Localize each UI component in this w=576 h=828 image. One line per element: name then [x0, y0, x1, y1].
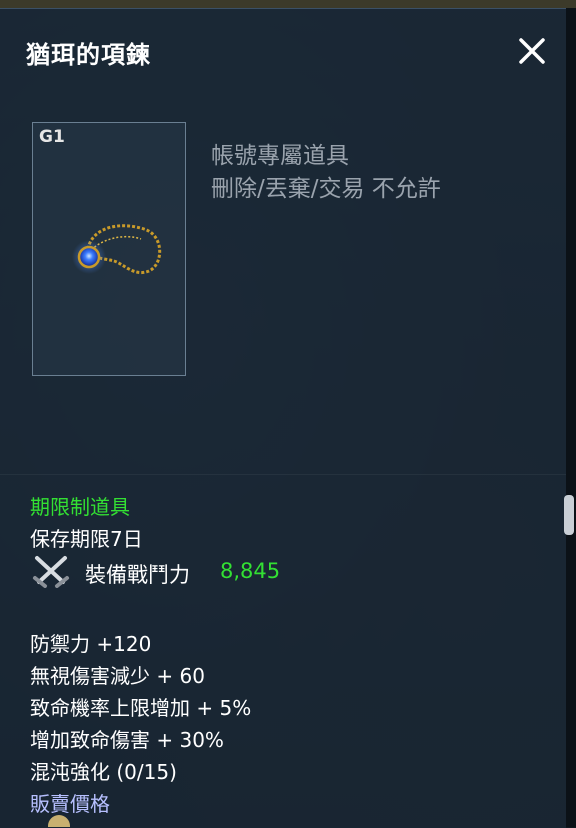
stat-line: 混沌強化 (0/15): [30, 760, 177, 784]
sell-price-label: 販賣價格: [30, 792, 110, 816]
limited-item-label: 期限制道具: [30, 495, 130, 519]
scrollbar-thumb[interactable]: [564, 495, 574, 535]
item-icon-frame: G1: [32, 122, 186, 376]
crossed-swords-icon: [33, 556, 69, 588]
stat-line: 無視傷害減少 + 60: [30, 664, 205, 688]
item-title: 猶珥的項鍊: [26, 41, 151, 69]
combat-power-value: 8,845: [220, 559, 281, 583]
item-grade: G1: [39, 127, 65, 147]
storage-period-label: 保存期限7日: [30, 527, 143, 551]
stat-line: 防禦力 +120: [30, 632, 152, 656]
account-bound-text: 帳號專屬道具: [211, 143, 349, 169]
combat-power-label: 裝備戰鬥力: [85, 563, 190, 587]
top-strip: [0, 0, 576, 8]
close-icon[interactable]: [514, 33, 550, 69]
stat-line: 致命機率上限增加 + 5%: [30, 696, 252, 720]
trade-restriction-text: 刪除/丟棄/交易 不允許: [211, 176, 441, 202]
necklace-icon: [72, 224, 162, 274]
stat-line: 增加致命傷害 + 30%: [30, 728, 224, 752]
section-divider: [0, 474, 566, 475]
combat-power-row: 裝備戰鬥力 8,845: [30, 552, 430, 592]
scrollbar-track[interactable]: [566, 8, 576, 827]
